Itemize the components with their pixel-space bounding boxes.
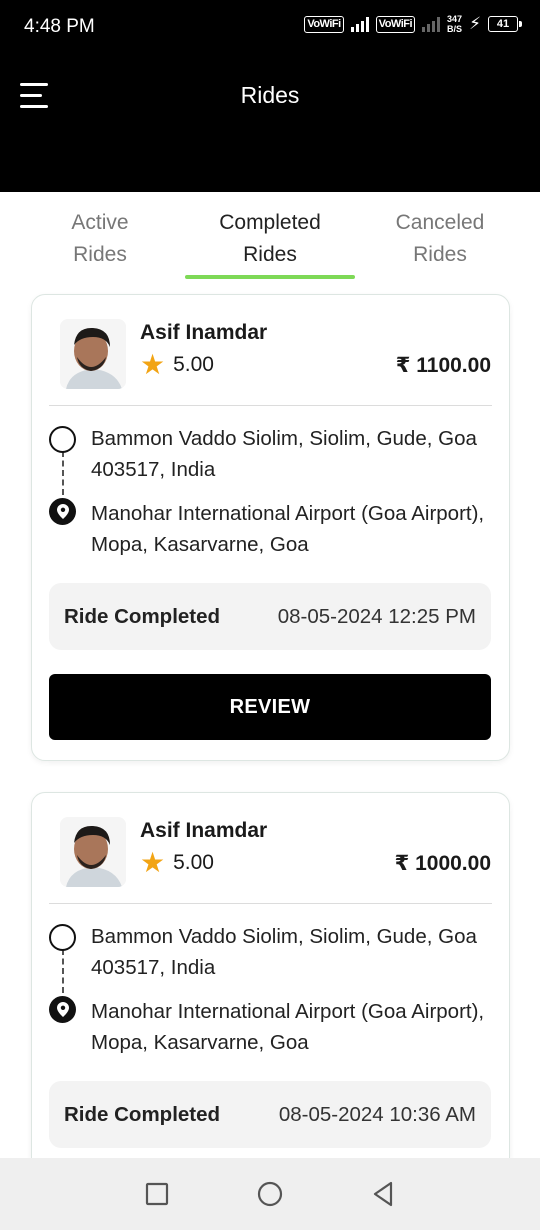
tab-label-line2: Rides	[413, 243, 467, 266]
divider	[49, 903, 492, 904]
ride-card[interactable]: Asif Inamdar ★ 5.00 ₹ 1100.00 Bammon Vad…	[31, 294, 510, 761]
network-speed: 347 B/S	[447, 14, 462, 34]
pickup-address: Bammon Vaddo Siolim, Siolim, Gude, Goa 4…	[91, 427, 477, 481]
ride-status-box: Ride Completed 08-05-2024 12:25 PM	[49, 583, 491, 650]
rating-value: 5.00	[173, 353, 214, 376]
dropoff-location-pin-icon	[49, 498, 76, 525]
status-icons: VoWiFi VoWiFi 347 B/S ⚡ 41	[304, 14, 522, 34]
network-speed-unit: B/S	[447, 24, 463, 34]
star-icon: ★	[140, 349, 166, 380]
ride-status-time: 08-05-2024 12:25 PM	[277, 604, 476, 628]
ride-fare: ₹ 1100.00	[395, 354, 491, 377]
ride-fare: ₹ 1000.00	[394, 852, 491, 875]
tab-label-line2: Rides	[243, 243, 297, 266]
dropoff-address: Manohar International Airport (Goa Airpo…	[91, 502, 485, 556]
system-nav-bar	[0, 1158, 540, 1230]
tab-label-line1: Completed	[219, 211, 321, 234]
tab-active-rides[interactable]: Active Rides	[15, 207, 185, 281]
route-dashed-line	[62, 949, 64, 993]
driver-name: Asif Inamdar	[140, 321, 268, 344]
driver-rating: ★ 5.00	[140, 849, 214, 877]
vowifi-icon: VoWiFi	[304, 15, 344, 33]
tab-label-line1: Canceled	[395, 211, 485, 234]
pickup-address: Bammon Vaddo Siolim, Siolim, Gude, Goa 4…	[91, 925, 477, 979]
signal-icon	[350, 16, 369, 32]
driver-rating: ★ 5.00	[140, 351, 214, 379]
ride-status-time: 08-05-2024 10:36 AM	[278, 1102, 476, 1126]
page-title: Rides	[240, 82, 300, 108]
home-circle-icon[interactable]	[255, 1179, 285, 1209]
pickup-circle-icon	[49, 924, 76, 951]
dropoff-address: Manohar International Airport (Goa Airpo…	[91, 1000, 485, 1054]
ride-tabs: Active Rides Completed Rides Canceled Ri…	[15, 207, 525, 281]
ride-card[interactable]: Asif Inamdar ★ 5.00 ₹ 1000.00 Bammon Vad…	[31, 792, 510, 1172]
ride-status-label: Ride Completed	[64, 604, 221, 628]
signal-weak-icon	[422, 16, 441, 32]
driver-name: Asif Inamdar	[140, 819, 268, 842]
tab-label-line1: Active	[71, 211, 129, 234]
status-bar: 4:48 PM VoWiFi VoWiFi 347 B/S ⚡ 41	[0, 0, 540, 56]
divider	[49, 405, 492, 406]
ride-status-box: Ride Completed 08-05-2024 10:36 AM	[49, 1081, 491, 1148]
review-button[interactable]: REVIEW	[49, 674, 491, 740]
back-triangle-icon[interactable]	[368, 1179, 398, 1209]
driver-avatar	[60, 319, 126, 389]
star-icon: ★	[140, 847, 166, 878]
status-time: 4:48 PM	[24, 16, 95, 37]
route-dashed-line	[62, 451, 64, 495]
tab-canceled-rides[interactable]: Canceled Rides	[355, 207, 525, 281]
battery-icon: 41	[488, 16, 522, 32]
driver-avatar	[60, 817, 126, 887]
ride-status-label: Ride Completed	[64, 1102, 221, 1126]
rating-value: 5.00	[173, 851, 214, 874]
recents-square-icon[interactable]	[142, 1179, 172, 1209]
pickup-circle-icon	[49, 426, 76, 453]
tab-label-line2: Rides	[73, 243, 127, 266]
tab-completed-rides[interactable]: Completed Rides	[185, 207, 355, 281]
app-header: 4:48 PM VoWiFi VoWiFi 347 B/S ⚡ 41 Rides	[0, 0, 540, 192]
vowifi-icon-2: VoWiFi	[375, 15, 416, 33]
charging-icon: ⚡	[469, 14, 481, 33]
network-speed-value: 347	[447, 14, 463, 24]
dropoff-location-pin-icon	[49, 996, 76, 1023]
